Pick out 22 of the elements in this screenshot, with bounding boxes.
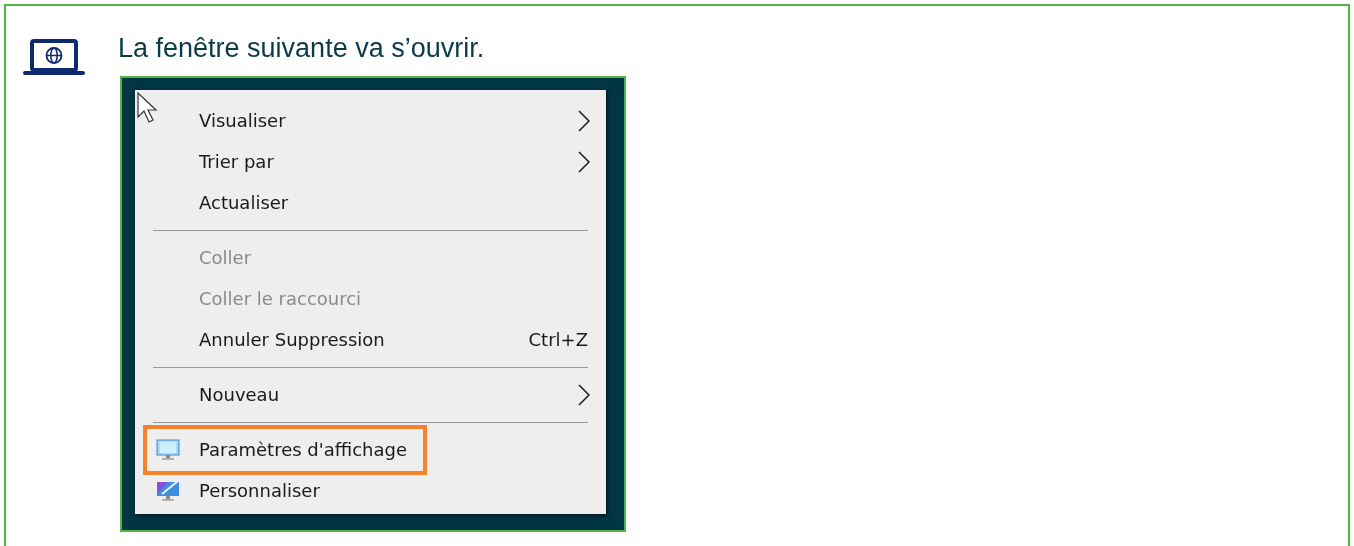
- menu-item-label: Personnaliser: [199, 480, 320, 501]
- personalize-icon: [156, 479, 180, 502]
- shortcut-text: Ctrl+Z: [528, 329, 588, 350]
- menu-item[interactable]: Annuler Suppression Ctrl+Z: [135, 319, 606, 360]
- menu-item[interactable]: Visualiser: [135, 100, 606, 141]
- menu-item-label: Trier par: [199, 151, 274, 172]
- menu-item[interactable]: Trier par: [135, 141, 606, 182]
- menu-item-label: Actualiser: [199, 192, 289, 213]
- menu-item-label: Coller le raccourci: [199, 288, 362, 309]
- laptop-globe-icon: [22, 38, 86, 78]
- menu-item-label: Visualiser: [199, 110, 286, 131]
- menu-item-label: Annuler Suppression: [199, 329, 385, 350]
- menu-item[interactable]: Nouveau: [135, 374, 606, 415]
- menu-item[interactable]: Personnaliser: [135, 470, 606, 511]
- menu-item-label: Paramètres d'affichage: [199, 439, 407, 460]
- monitor-icon: [156, 438, 180, 461]
- mouse-cursor-icon: [137, 92, 159, 124]
- menu-item[interactable]: Actualiser: [135, 182, 606, 223]
- instruction-text: La fenêtre suivante va s’ouvrir.: [118, 32, 485, 64]
- menu-item[interactable]: Paramètres d'affichage: [135, 429, 606, 470]
- menu-item-label: Nouveau: [199, 384, 280, 405]
- menu-item-label: Coller: [199, 247, 252, 268]
